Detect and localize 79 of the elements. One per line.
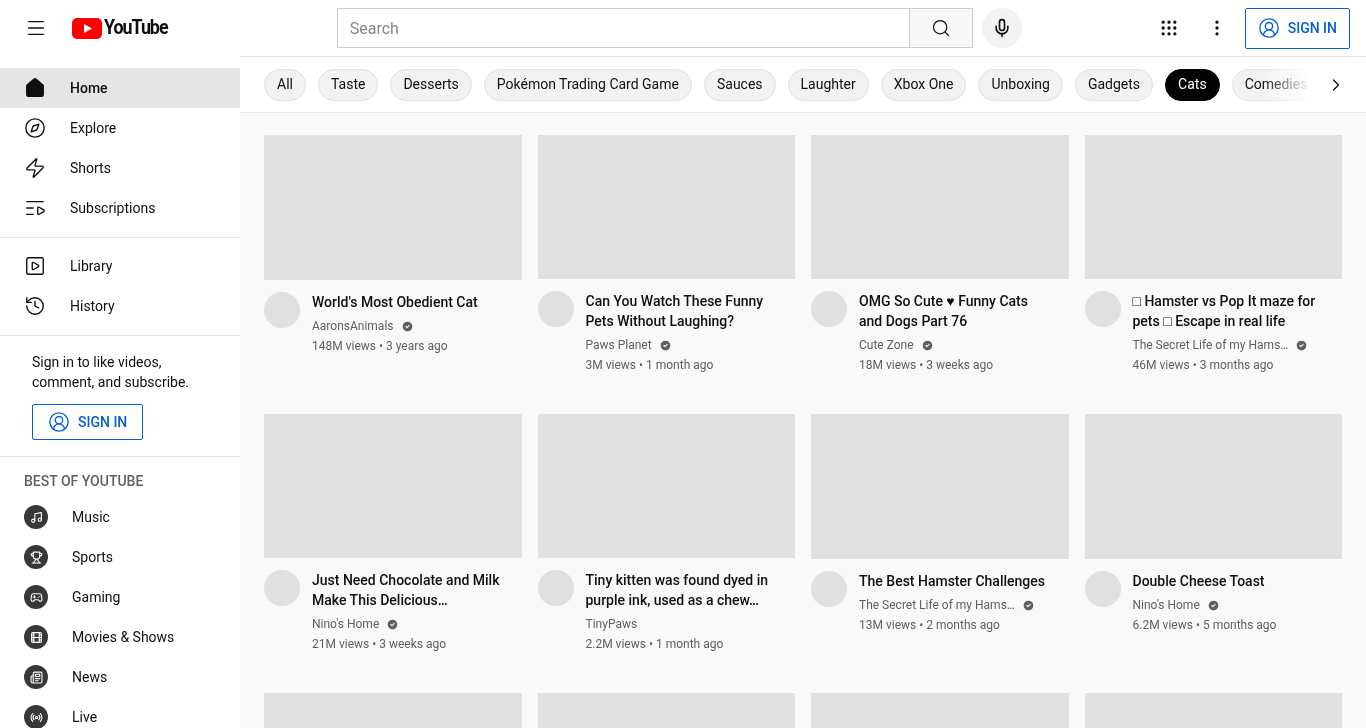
sidebar-item[interactable]: Sports xyxy=(0,537,240,577)
video-title[interactable]: World's Most Obedient Cat xyxy=(312,292,478,312)
logo[interactable]: YouTube xyxy=(104,12,168,44)
video-title[interactable]: OMG So Cute ♥ Funny Cats and Dogs Part 76 xyxy=(859,291,1049,331)
channel-avatar[interactable] xyxy=(1084,291,1121,327)
bolt-icon xyxy=(24,157,46,179)
channel-name[interactable]: Cute Zone xyxy=(859,336,914,354)
channel-avatar[interactable] xyxy=(811,291,847,327)
sidebar-item[interactable]: Home xyxy=(0,68,240,108)
filter-chip[interactable]: Taste xyxy=(317,68,379,101)
thumbnail-placeholder[interactable] xyxy=(264,135,522,280)
sign-in-button[interactable]: SIGN IN xyxy=(1244,7,1350,49)
sidebar-item[interactable]: Live xyxy=(0,697,240,728)
video-title[interactable]: □ Hamster vs Pop It maze for pets □ Escape in real life xyxy=(1132,291,1322,331)
channel-avatar[interactable] xyxy=(537,291,574,327)
video-title[interactable]: Just Need Chocolate and Milk Make This Delicious… xyxy=(312,570,502,610)
sidebar-item[interactable]: News xyxy=(0,657,240,697)
thumbnail-placeholder[interactable] xyxy=(537,414,795,558)
channel-name[interactable]: AaronsAnimals xyxy=(312,317,394,335)
channel-name[interactable]: Paws Planet xyxy=(585,336,652,354)
account-icon xyxy=(1257,17,1280,39)
microphone-button[interactable] xyxy=(981,8,1022,48)
filter-chip[interactable]: Xbox One xyxy=(880,68,967,101)
channel-name[interactable]: The Secret Life of my Hams… xyxy=(859,596,1015,614)
video-meta: 21M views • 3 weeks ago xyxy=(312,636,448,653)
video-title[interactable]: Can You Watch These Funny Pets Without Laughing? xyxy=(585,291,775,331)
sign-in-button[interactable]: SIGN IN xyxy=(32,404,144,440)
channel-avatar[interactable] xyxy=(264,292,300,328)
logo-icon xyxy=(72,17,102,39)
channel-avatar[interactable] xyxy=(1084,571,1121,607)
history-icon xyxy=(24,295,46,317)
video-meta: 6.2M views • 5 months ago xyxy=(1132,617,1277,634)
thumbnail-placeholder[interactable] xyxy=(811,135,1069,279)
filter-chip[interactable]: Cats xyxy=(1165,68,1220,101)
play-square-icon xyxy=(24,255,46,277)
film-icon xyxy=(24,625,48,649)
channel-avatar[interactable] xyxy=(264,570,300,606)
channel-name[interactable]: TinyPaws xyxy=(585,615,638,633)
thumbnail-placeholder[interactable] xyxy=(1084,135,1342,279)
video-title[interactable]: Tiny kitten was found dyed in purple ink, used as a chew… xyxy=(585,570,775,610)
video-meta: 148M views • 3 years ago xyxy=(312,338,449,355)
thumbnail-placeholder[interactable] xyxy=(264,414,522,558)
filter-chip[interactable]: Gadgets xyxy=(1074,68,1154,101)
filter-chip[interactable]: Unboxing xyxy=(978,68,1063,101)
filter-chip[interactable]: Desserts xyxy=(390,68,472,101)
gamepad-icon xyxy=(24,585,48,609)
newspaper-icon xyxy=(24,665,48,689)
sign-in-prompt: Sign in to like videos, comment, and subscribe. xyxy=(32,353,191,392)
search-button[interactable] xyxy=(909,8,973,48)
search-field[interactable]: Search xyxy=(336,8,910,48)
channel-avatar[interactable] xyxy=(537,570,574,606)
thumbnail-placeholder[interactable] xyxy=(811,414,1069,559)
channel-avatar[interactable] xyxy=(811,571,847,607)
music-note-icon xyxy=(24,505,48,529)
account-icon xyxy=(48,411,70,433)
sidebar-item[interactable]: Movies & Shows xyxy=(0,617,240,657)
video-meta: 13M views • 2 months ago xyxy=(859,617,1001,634)
home-icon xyxy=(24,77,46,99)
thumbnail-placeholder[interactable] xyxy=(1084,414,1342,559)
filter-chip[interactable]: Sauces xyxy=(703,68,776,101)
sidebar-item[interactable]: Music xyxy=(0,497,240,537)
thumbnail-placeholder[interactable] xyxy=(537,135,795,279)
channel-name[interactable]: Nino's Home xyxy=(312,615,380,633)
video-title[interactable]: The Best Hamster Challenges xyxy=(859,571,1045,591)
search-icon xyxy=(930,18,951,38)
section-heading: BEST OF YOUTUBE xyxy=(23,472,145,491)
video-title[interactable]: Double Cheese Toast xyxy=(1132,571,1277,591)
filter-chip[interactable]: Laughter xyxy=(787,68,869,101)
filter-chip[interactable]: All xyxy=(264,68,306,101)
video-meta: 46M views • 3 months ago xyxy=(1132,357,1275,374)
sidebar-item[interactable]: Gaming xyxy=(0,577,240,617)
compass-icon xyxy=(24,117,46,139)
trophy-icon xyxy=(24,545,48,569)
channel-name[interactable]: Nino's Home xyxy=(1132,596,1200,614)
filter-chip[interactable]: Pokémon Trading Card Game xyxy=(483,68,692,101)
video-meta: 18M views • 3 weeks ago xyxy=(859,357,995,374)
video-meta: 3M views • 1 month ago xyxy=(585,357,715,374)
video-meta: 2.2M views • 1 month ago xyxy=(585,636,725,653)
channel-name[interactable]: The Secret Life of my Hams… xyxy=(1132,336,1289,354)
